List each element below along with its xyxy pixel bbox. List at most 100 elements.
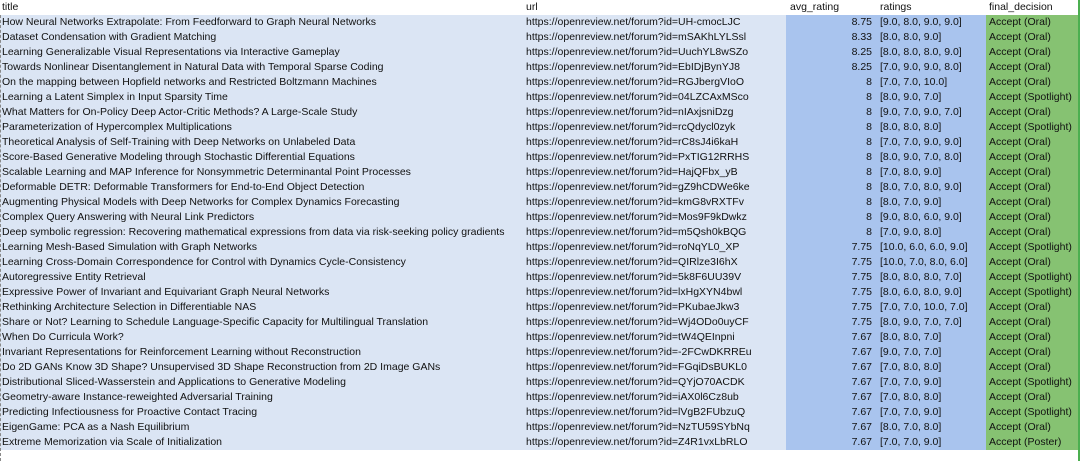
column-header-url[interactable]: url xyxy=(524,0,786,15)
cell-ratings[interactable]: [10.0, 6.0, 6.0, 9.0] xyxy=(876,240,986,255)
cell-final-decision[interactable]: Accept (Oral) xyxy=(986,180,1080,195)
cell-ratings[interactable]: [8.0, 9.0, 7.0] xyxy=(876,90,986,105)
cell-final-decision[interactable]: Accept (Oral) xyxy=(986,165,1080,180)
cell-title[interactable]: Scalable Learning and MAP Inference for … xyxy=(0,165,524,180)
cell-avg-rating[interactable]: 8.25 xyxy=(786,45,876,60)
cell-url[interactable]: https://openreview.net/forum?id=roNqYL0_… xyxy=(524,240,786,255)
cell-url[interactable]: https://openreview.net/forum?id=Mos9F9kD… xyxy=(524,210,786,225)
cell-avg-rating[interactable]: 8 xyxy=(786,105,876,120)
cell-title[interactable]: Learning Generalizable Visual Representa… xyxy=(0,45,524,60)
cell-url[interactable]: https://openreview.net/forum?id=NzTU59SY… xyxy=(524,420,786,435)
cell-avg-rating[interactable]: 8.33 xyxy=(786,30,876,45)
cell-final-decision[interactable]: Accept (Oral) xyxy=(986,420,1080,435)
cell-title[interactable]: Deep symbolic regression: Recovering mat… xyxy=(0,225,524,240)
cell-ratings[interactable]: [7.0, 7.0, 9.0] xyxy=(876,435,986,450)
cell-ratings[interactable]: [7.0, 8.0, 8.0] xyxy=(876,360,986,375)
cell-ratings[interactable]: [8.0, 9.0, 7.0, 8.0] xyxy=(876,150,986,165)
cell-url[interactable]: https://openreview.net/forum?id=UuchYL8w… xyxy=(524,45,786,60)
cell-url[interactable]: https://openreview.net/forum?id=04LZCAxM… xyxy=(524,90,786,105)
cell-avg-rating[interactable]: 7.67 xyxy=(786,375,876,390)
cell-avg-rating[interactable]: 8 xyxy=(786,150,876,165)
cell-url[interactable]: https://openreview.net/forum?id=gZ9hCDWe… xyxy=(524,180,786,195)
cell-ratings[interactable]: [8.0, 8.0, 8.0, 9.0] xyxy=(876,45,986,60)
cell-url[interactable]: https://openreview.net/forum?id=PxTIG12R… xyxy=(524,150,786,165)
cell-title[interactable]: What Matters for On-Policy Deep Actor-Cr… xyxy=(0,105,524,120)
cell-ratings[interactable]: [8.0, 8.0, 8.0, 7.0] xyxy=(876,270,986,285)
cell-title[interactable]: Do 2D GANs Know 3D Shape? Unsupervised 3… xyxy=(0,360,524,375)
cell-title[interactable]: Extreme Memorization via Scale of Initia… xyxy=(0,435,524,450)
cell-ratings[interactable]: [7.0, 8.0, 9.0] xyxy=(876,165,986,180)
cell-ratings[interactable]: [8.0, 8.0, 8.0] xyxy=(876,120,986,135)
cell-url[interactable]: https://openreview.net/forum?id=QYjO70AC… xyxy=(524,375,786,390)
cell-title[interactable]: Parameterization of Hypercomplex Multipl… xyxy=(0,120,524,135)
cell-title[interactable]: Theoretical Analysis of Self-Training wi… xyxy=(0,135,524,150)
cell-final-decision[interactable]: Accept (Oral) xyxy=(986,195,1080,210)
cell-title[interactable]: Complex Query Answering with Neural Link… xyxy=(0,210,524,225)
cell-avg-rating[interactable]: 8 xyxy=(786,120,876,135)
cell-ratings[interactable]: [8.0, 6.0, 8.0, 9.0] xyxy=(876,285,986,300)
cell-final-decision[interactable]: Accept (Poster) xyxy=(986,435,1080,450)
cell-url[interactable]: https://openreview.net/forum?id=EbIDjByn… xyxy=(524,60,786,75)
cell-final-decision[interactable]: Accept (Oral) xyxy=(986,135,1080,150)
cell-title[interactable]: Deformable DETR: Deformable Transformers… xyxy=(0,180,524,195)
cell-ratings[interactable]: [8.0, 7.0, 9.0] xyxy=(876,195,986,210)
cell-title[interactable]: When Do Curricula Work? xyxy=(0,330,524,345)
column-header-avg-rating[interactable]: avg_rating xyxy=(786,0,876,15)
cell-final-decision[interactable]: Accept (Oral) xyxy=(986,255,1080,270)
cell-title[interactable]: Augmenting Physical Models with Deep Net… xyxy=(0,195,524,210)
cell-avg-rating[interactable]: 8 xyxy=(786,210,876,225)
cell-ratings[interactable]: [9.0, 7.0, 9.0, 7.0] xyxy=(876,105,986,120)
cell-url[interactable]: https://openreview.net/forum?id=rcQdycl0… xyxy=(524,120,786,135)
cell-url[interactable]: https://openreview.net/forum?id=lVgB2FUb… xyxy=(524,405,786,420)
cell-title[interactable]: Predicting Infectiousness for Proactive … xyxy=(0,405,524,420)
cell-final-decision[interactable]: Accept (Oral) xyxy=(986,345,1080,360)
cell-final-decision[interactable]: Accept (Oral) xyxy=(986,60,1080,75)
cell-avg-rating[interactable]: 8 xyxy=(786,180,876,195)
cell-final-decision[interactable]: Accept (Oral) xyxy=(986,210,1080,225)
cell-final-decision[interactable]: Accept (Spotlight) xyxy=(986,405,1080,420)
cell-title[interactable]: Learning a Latent Simplex in Input Spars… xyxy=(0,90,524,105)
cell-final-decision[interactable]: Accept (Oral) xyxy=(986,75,1080,90)
cell-avg-rating[interactable]: 7.67 xyxy=(786,345,876,360)
cell-final-decision[interactable]: Accept (Oral) xyxy=(986,15,1080,30)
cell-final-decision[interactable]: Accept (Oral) xyxy=(986,390,1080,405)
cell-avg-rating[interactable]: 8.25 xyxy=(786,60,876,75)
cell-avg-rating[interactable]: 7.75 xyxy=(786,255,876,270)
cell-final-decision[interactable]: Accept (Oral) xyxy=(986,30,1080,45)
cell-avg-rating[interactable]: 7.75 xyxy=(786,270,876,285)
cell-final-decision[interactable]: Accept (Oral) xyxy=(986,45,1080,60)
cell-title[interactable]: On the mapping between Hopfield networks… xyxy=(0,75,524,90)
cell-url[interactable]: https://openreview.net/forum?id=iAX0l6Cz… xyxy=(524,390,786,405)
cell-url[interactable]: https://openreview.net/forum?id=PKubaeJk… xyxy=(524,300,786,315)
cell-avg-rating[interactable]: 7.67 xyxy=(786,420,876,435)
cell-avg-rating[interactable]: 7.67 xyxy=(786,360,876,375)
cell-url[interactable]: https://openreview.net/forum?id=lxHgXYN4… xyxy=(524,285,786,300)
cell-ratings[interactable]: [7.0, 9.0, 8.0] xyxy=(876,225,986,240)
cell-url[interactable]: https://openreview.net/forum?id=kmG8vRXT… xyxy=(524,195,786,210)
cell-final-decision[interactable]: Accept (Spotlight) xyxy=(986,240,1080,255)
cell-title[interactable]: Geometry-aware Instance-reweighted Adver… xyxy=(0,390,524,405)
cell-url[interactable]: https://openreview.net/forum?id=HajQFbx_… xyxy=(524,165,786,180)
cell-ratings[interactable]: [7.0, 7.0, 9.0] xyxy=(876,405,986,420)
cell-final-decision[interactable]: Accept (Spotlight) xyxy=(986,375,1080,390)
cell-title[interactable]: Rethinking Architecture Selection in Dif… xyxy=(0,300,524,315)
cell-final-decision[interactable]: Accept (Oral) xyxy=(986,225,1080,240)
cell-ratings[interactable]: [7.0, 7.0, 9.0] xyxy=(876,375,986,390)
cell-avg-rating[interactable]: 8 xyxy=(786,75,876,90)
cell-ratings[interactable]: [8.0, 7.0, 8.0, 9.0] xyxy=(876,180,986,195)
cell-title[interactable]: Autoregressive Entity Retrieval xyxy=(0,270,524,285)
cell-final-decision[interactable]: Accept (Oral) xyxy=(986,300,1080,315)
cell-title[interactable]: EigenGame: PCA as a Nash Equilibrium xyxy=(0,420,524,435)
cell-url[interactable]: https://openreview.net/forum?id=UH-cmocL… xyxy=(524,15,786,30)
cell-final-decision[interactable]: Accept (Spotlight) xyxy=(986,270,1080,285)
cell-avg-rating[interactable]: 7.67 xyxy=(786,435,876,450)
cell-ratings[interactable]: [7.0, 7.0, 10.0, 7.0] xyxy=(876,300,986,315)
cell-ratings[interactable]: [8.0, 8.0, 7.0] xyxy=(876,330,986,345)
cell-final-decision[interactable]: Accept (Oral) xyxy=(986,150,1080,165)
cell-avg-rating[interactable]: 8 xyxy=(786,165,876,180)
cell-avg-rating[interactable]: 8 xyxy=(786,90,876,105)
cell-final-decision[interactable]: Accept (Oral) xyxy=(986,105,1080,120)
cell-url[interactable]: https://openreview.net/forum?id=m5Qsh0kB… xyxy=(524,225,786,240)
cell-avg-rating[interactable]: 8 xyxy=(786,225,876,240)
cell-avg-rating[interactable]: 8.75 xyxy=(786,15,876,30)
